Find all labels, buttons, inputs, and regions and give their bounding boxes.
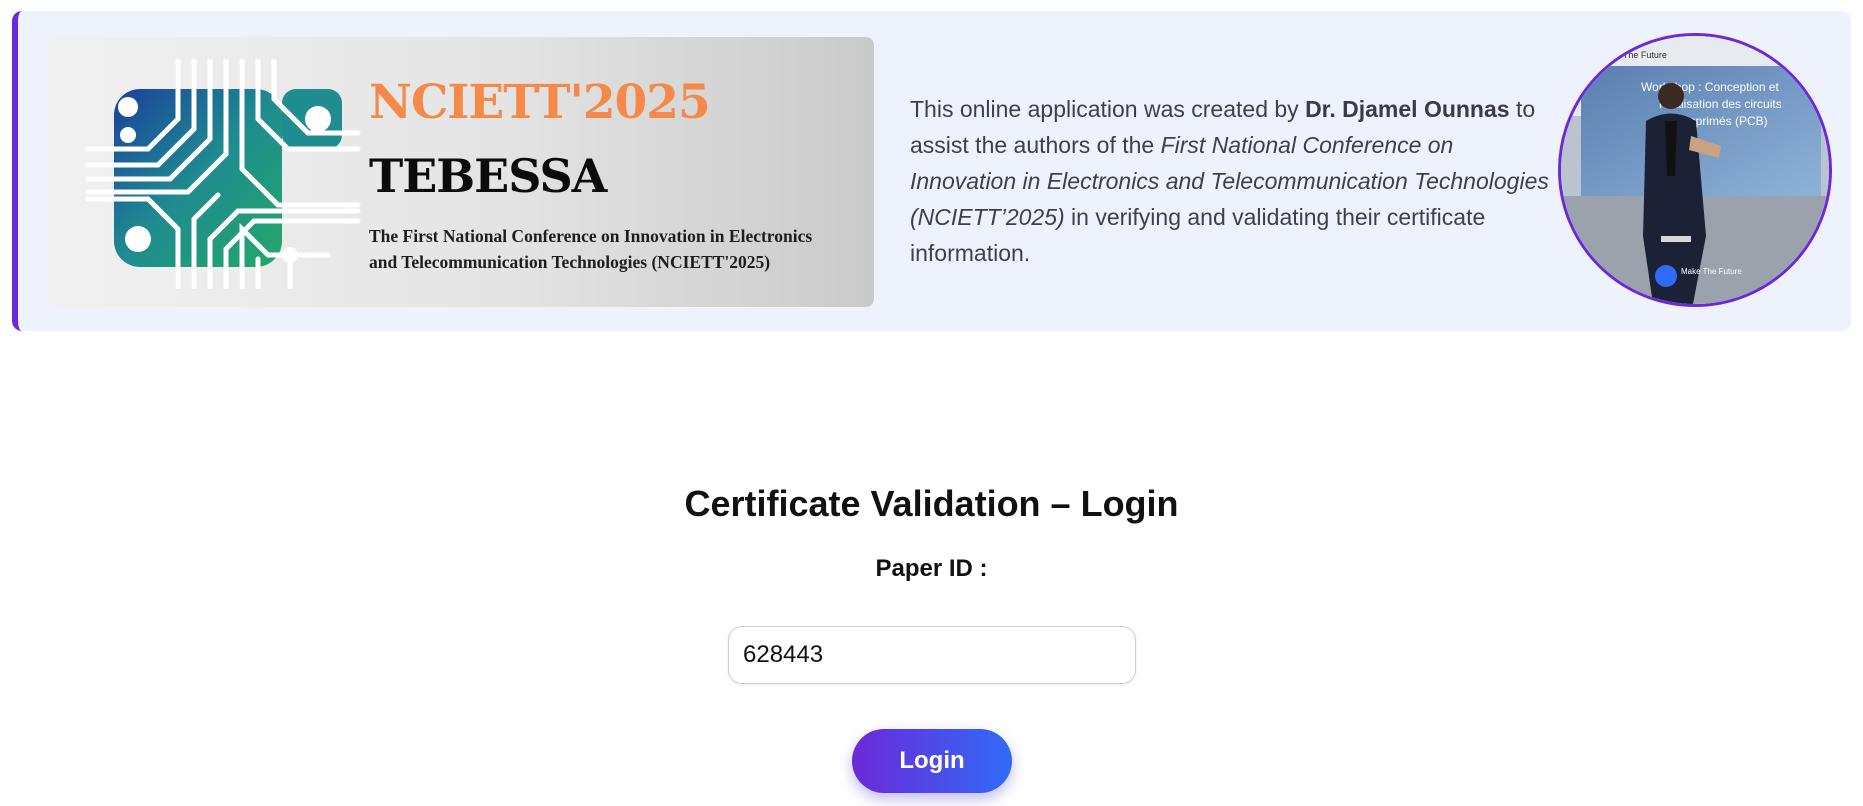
conference-logo: NCIETT'2025 TEBESSA The First National C… (48, 37, 874, 307)
logo-title: NCIETT'2025 (369, 75, 711, 130)
logo-city: TEBESSA (369, 149, 607, 203)
paper-id-input[interactable] (728, 626, 1136, 684)
header-banner: NCIETT'2025 TEBESSA The First National C… (12, 11, 1851, 331)
paper-id-label: Paper ID : (875, 555, 988, 582)
photo-badge: Make The Future (1681, 267, 1742, 276)
logo-description-line-2: and Telecommunication Technologies (NCIE… (369, 252, 771, 272)
circuit-chip-icon (85, 59, 361, 289)
speaker-photo: ke The Future Workshop : Conception et R… (1558, 33, 1832, 307)
intro-part-1: This online application was created by (910, 96, 1306, 122)
photo-caption-top: ke The Future (1611, 50, 1667, 60)
intro-text: This online application was created by D… (910, 91, 1560, 271)
page-title: Certificate Validation – Login (684, 483, 1179, 524)
logo-description-line-1: The First National Conference on Innovat… (369, 226, 813, 246)
author-name: Dr. Djamel Ounnas (1305, 96, 1510, 122)
logo-description: The First National Conference on Innovat… (369, 223, 812, 275)
login-button[interactable]: Login (852, 729, 1012, 793)
